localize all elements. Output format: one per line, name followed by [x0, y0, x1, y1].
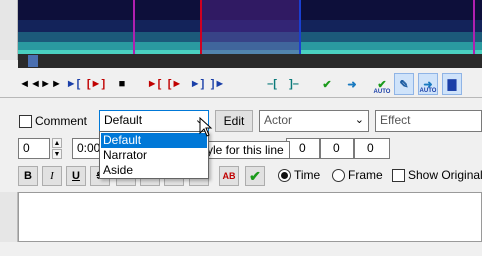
margin-vertical-value: 0	[367, 141, 374, 155]
lead-out-icon: ]–	[289, 78, 299, 90]
left-margin-strip	[0, 0, 18, 60]
show-original-label: Show Original	[408, 168, 482, 182]
edit-style-button[interactable]: Edit	[215, 110, 253, 132]
effect-placeholder: Effect	[380, 113, 411, 127]
auto-label: AUTO	[419, 88, 437, 94]
shadow-color-button[interactable]: AB	[219, 166, 239, 186]
next-line-on-commit-button[interactable]: ✎	[394, 73, 414, 95]
selection-end-marker[interactable]	[299, 0, 301, 60]
stop-button[interactable]: ■	[112, 73, 132, 95]
frame-radio[interactable]	[332, 169, 345, 182]
style-combobox-value: Default	[104, 113, 143, 127]
keyframe-marker	[133, 0, 135, 60]
spin-up-icon[interactable]: ▲	[52, 138, 62, 148]
margin-left-value: 0	[299, 141, 306, 155]
play-line-icon: [►]	[86, 78, 106, 90]
commit-button[interactable]: ✔	[317, 73, 337, 95]
audio-spectrogram[interactable]	[18, 0, 482, 60]
actor-combobox[interactable]: Actor ⌄	[259, 110, 369, 132]
play-before-end-button[interactable]: ►]	[187, 73, 207, 95]
tooltip: yle for this line	[200, 141, 290, 159]
lead-in-icon: –[	[267, 78, 277, 90]
divider	[0, 97, 482, 98]
play-before-icon: ►[	[146, 78, 162, 90]
play-selection-icon: ►[	[65, 78, 81, 90]
auto-label: AUTO	[373, 89, 391, 95]
layer-value: 0	[23, 141, 30, 155]
chevron-down-icon: ⌄	[354, 114, 364, 126]
style-option-narrator[interactable]: Narrator	[101, 148, 207, 163]
selection-start-marker[interactable]	[200, 0, 202, 60]
next-line-icon: ►►	[40, 78, 62, 90]
scrollbar-thumb[interactable]	[28, 55, 38, 67]
play-before-button[interactable]: ►[	[144, 73, 164, 95]
subtitle-text-editor[interactable]	[18, 192, 482, 242]
play-line-button[interactable]: [►]	[86, 73, 106, 95]
bold-button[interactable]: B	[18, 166, 38, 186]
mouse-cursor-icon	[199, 117, 213, 137]
commit-button[interactable]: ✔	[245, 166, 265, 186]
next-line-button[interactable]: ►►	[40, 73, 62, 95]
spectrum-mode-button[interactable]: ▇	[442, 73, 462, 95]
keyframe-marker	[473, 0, 475, 60]
style-combobox[interactable]: Default ⌄	[99, 110, 209, 132]
effect-field[interactable]: Effect	[375, 110, 482, 132]
left-margin-strip	[0, 192, 18, 242]
play-selection-button[interactable]: ►[	[63, 73, 83, 95]
selection-highlight	[200, 0, 300, 60]
layer-field[interactable]: 0	[18, 138, 50, 159]
audio-scrollbar[interactable]	[18, 54, 482, 68]
margin-right-field[interactable]: 0	[320, 138, 354, 159]
prev-line-button[interactable]: ◄◄	[19, 73, 41, 95]
next-line-on-commit-icon: ✎	[399, 78, 409, 91]
margin-vertical-field[interactable]: 0	[354, 138, 390, 159]
time-radio[interactable]	[278, 169, 291, 182]
style-option-aside[interactable]: Aside	[101, 163, 207, 178]
play-after-icon: ]►	[210, 78, 226, 90]
spectrum-mode-icon: ▇	[447, 78, 457, 91]
prev-line-icon: ◄◄	[19, 78, 41, 90]
time-label: Time	[294, 168, 321, 182]
go-to-next-button[interactable]: ➜	[342, 73, 362, 95]
play-after-start-button[interactable]: [►	[165, 73, 185, 95]
style-option-default[interactable]: Default	[101, 133, 207, 148]
start-time-value: 0:00	[77, 141, 101, 155]
play-after-button[interactable]: ]►	[208, 73, 228, 95]
play-after-start-icon: [►	[167, 78, 183, 90]
italic-button[interactable]: I	[42, 166, 62, 186]
comment-checkbox[interactable]	[19, 115, 32, 128]
spin-down-icon[interactable]: ▼	[52, 149, 62, 159]
play-before-end-icon: ►]	[189, 78, 205, 90]
margin-right-value: 0	[333, 141, 340, 155]
style-dropdown-list[interactable]: Default Narrator Aside	[99, 131, 209, 179]
stop-icon: ■	[118, 78, 126, 90]
frame-label: Frame	[348, 168, 383, 182]
go-to-next-icon: ➜	[347, 78, 357, 91]
lead-out-button[interactable]: ]–	[284, 73, 304, 95]
show-original-checkbox[interactable]	[392, 169, 405, 182]
comment-label: Comment	[35, 114, 88, 128]
commit-icon: ✔	[322, 78, 332, 91]
auto-commit-button[interactable]: ✔ AUTO	[372, 73, 392, 96]
auto-scroll-button[interactable]: ➜ AUTO	[418, 73, 438, 95]
margin-left-field[interactable]: 0	[286, 138, 320, 159]
actor-placeholder: Actor	[264, 113, 293, 127]
lead-in-button[interactable]: –[	[262, 73, 282, 95]
underline-button[interactable]: U	[66, 166, 86, 186]
